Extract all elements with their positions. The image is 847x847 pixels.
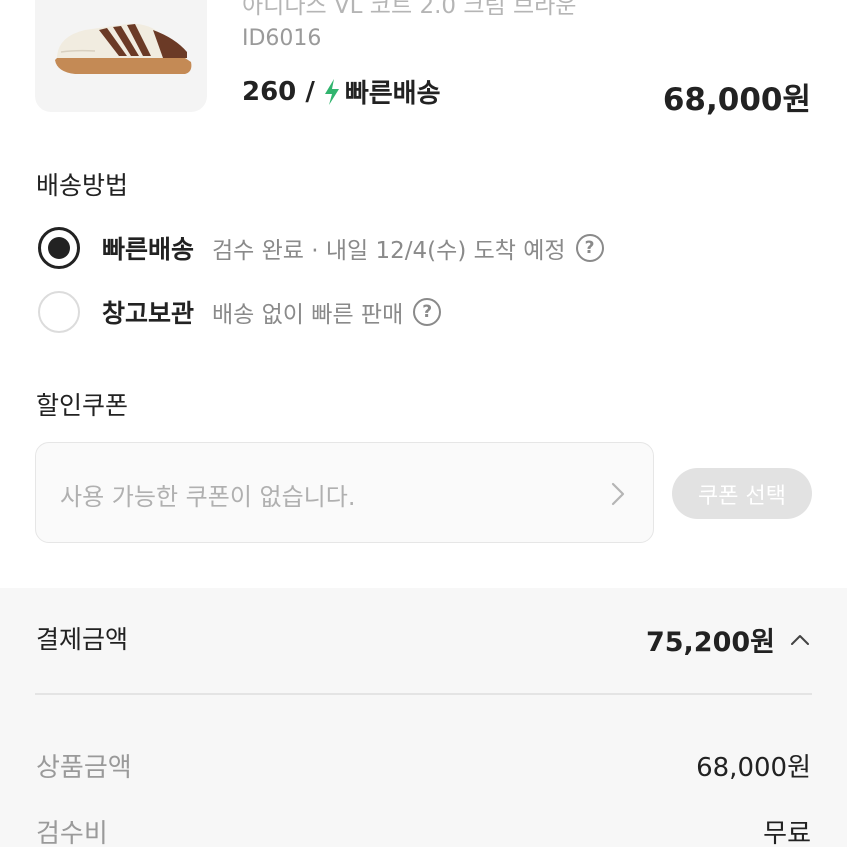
chevron-up-icon [791, 634, 809, 645]
lightning-bolt-icon [324, 78, 339, 105]
help-icon[interactable]: ? [575, 234, 604, 262]
payment-total: 75,200원 [645, 627, 775, 658]
shipping-section-title: 배송방법 [36, 171, 129, 200]
product-image [35, 0, 207, 112]
product-code: ID6016 [242, 26, 322, 51]
chevron-right-icon [611, 482, 625, 506]
coupon-placeholder: 사용 가능한 쿠폰이 없습니다. [60, 483, 356, 511]
divider [35, 693, 812, 695]
product-option: 260 / 빠른배송 [242, 73, 441, 110]
product-size: 260 / [242, 76, 315, 107]
payment-row-value: 68,000원 [696, 753, 811, 783]
sneaker-image [55, 23, 192, 74]
shipping-option-description: 검수 완료 · 내일 12/4(수) 도착 예정 [212, 238, 566, 264]
shipping-option-description: 배송 없이 빠른 판매 [212, 302, 404, 328]
shipping-option-fast[interactable]: 빠른배송 검수 완료 · 내일 12/4(수) 도착 예정 ? [38, 227, 604, 269]
payment-row-label: 검수비 [36, 819, 108, 847]
payment-row-value: 무료 [763, 819, 811, 847]
shipping-option-storage[interactable]: 창고보관 배송 없이 빠른 판매 ? [38, 291, 442, 333]
coupon-select-button[interactable]: 쿠폰 선택 [672, 468, 812, 519]
coupon-section-title: 할인쿠폰 [36, 391, 129, 420]
shipping-option-label: 창고보관 [102, 299, 195, 328]
payment-panel: 결제금액 75,200원 상품금액 68,000원 검수비 무료 [0, 588, 847, 847]
coupon-field[interactable]: 사용 가능한 쿠폰이 없습니다. [35, 442, 654, 543]
radio-unchecked[interactable] [38, 291, 80, 333]
product-name: 아디다스 VL 코트 2.0 크림 브라운 [242, 0, 577, 19]
payment-title: 결제금액 [36, 625, 129, 654]
help-icon[interactable]: ? [413, 298, 442, 326]
delivery-badge: 빠른배송 [344, 79, 441, 109]
shipping-option-label: 빠른배송 [102, 235, 195, 264]
payment-total-toggle[interactable]: 75,200원 [646, 620, 811, 659]
payment-row-label: 상품금액 [36, 753, 132, 783]
product-price: 68,000원 [662, 82, 811, 118]
radio-checked[interactable] [38, 227, 80, 269]
